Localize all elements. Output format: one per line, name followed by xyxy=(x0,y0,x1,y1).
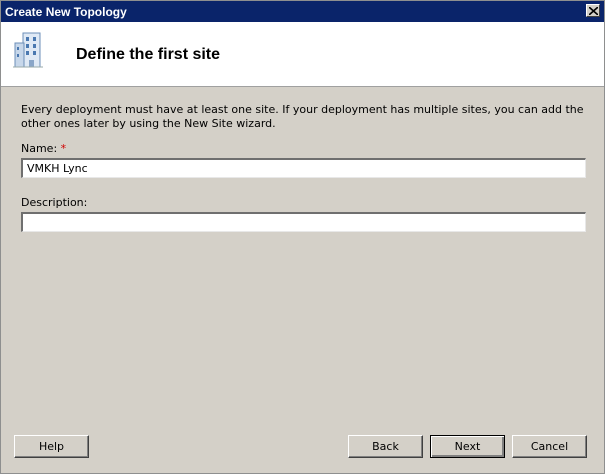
title-bar[interactable]: Create New Topology xyxy=(1,1,604,22)
name-field[interactable] xyxy=(21,158,586,178)
name-label: Name: * xyxy=(21,142,66,155)
close-button[interactable] xyxy=(586,4,600,17)
wizard-header: Define the first site xyxy=(1,22,604,87)
help-button[interactable]: Help xyxy=(14,435,89,458)
create-topology-dialog: Create New Topology Define the first sit… xyxy=(0,0,605,474)
intro-text: Every deployment must have at least one … xyxy=(21,103,584,130)
building-icon xyxy=(13,32,43,68)
window-title: Create New Topology xyxy=(5,5,127,19)
cancel-button[interactable]: Cancel xyxy=(512,435,587,458)
description-label: Description: xyxy=(21,196,88,209)
close-icon xyxy=(589,7,598,15)
page-title: Define the first site xyxy=(76,46,221,63)
back-button[interactable]: Back xyxy=(348,435,423,458)
required-marker: * xyxy=(60,142,67,155)
next-button[interactable]: Next xyxy=(430,435,505,458)
name-label-text: Name: xyxy=(21,142,58,155)
description-field[interactable] xyxy=(21,212,586,232)
